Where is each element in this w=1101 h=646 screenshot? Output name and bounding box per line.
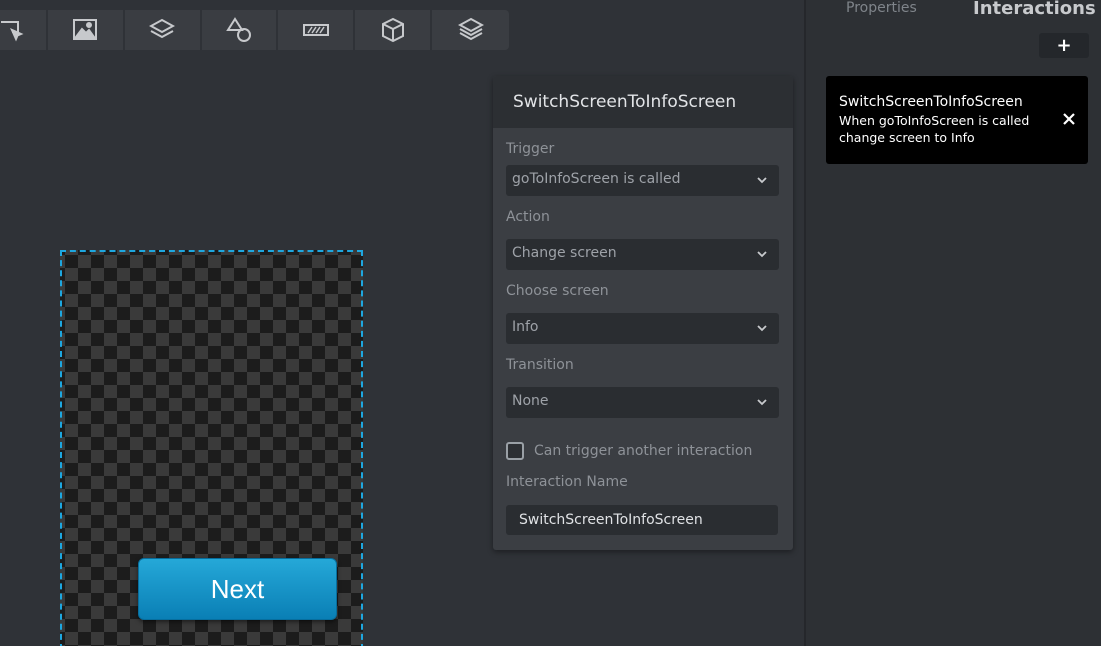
choose-screen-value: Info <box>512 319 539 335</box>
interaction-card-line2: change screen to Info <box>839 130 975 145</box>
shapes-icon <box>226 17 252 42</box>
transition-value: None <box>512 393 549 409</box>
interaction-name-label: Interaction Name <box>506 474 628 490</box>
action-label: Action <box>506 209 550 225</box>
layers-icon <box>149 18 176 39</box>
screen-canvas[interactable]: Next <box>60 250 363 646</box>
interaction-card-line1: When goToInfoScreen is called <box>839 113 1030 128</box>
chevron-down-icon <box>757 251 767 258</box>
tool-3d[interactable] <box>355 10 433 50</box>
chevron-down-icon <box>757 177 767 184</box>
choose-screen-select[interactable]: Info <box>506 313 779 344</box>
choose-screen-label: Choose screen <box>506 283 609 299</box>
tool-progress[interactable] <box>278 10 356 50</box>
chevron-down-icon <box>757 399 767 406</box>
widget-toolbar <box>0 10 509 50</box>
transition-label: Transition <box>506 357 574 373</box>
transition-select[interactable]: None <box>506 387 779 418</box>
image-icon <box>73 19 98 40</box>
tool-container[interactable] <box>125 10 202 50</box>
action-select[interactable]: Change screen <box>506 239 779 270</box>
right-sidebar: Properties Interactions + SwitchScreenTo… <box>804 0 1101 646</box>
chevron-down-icon <box>757 325 767 332</box>
close-icon[interactable] <box>1062 112 1076 126</box>
tab-interactions[interactable]: Interactions <box>973 0 1096 19</box>
tool-interaction[interactable] <box>0 10 48 50</box>
progress-icon <box>302 24 329 36</box>
can-trigger-another-label: Can trigger another interaction <box>534 443 753 459</box>
interaction-edit-title: SwitchScreenToInfoScreen <box>493 76 793 128</box>
stacked-layers-icon <box>457 17 484 41</box>
interaction-edit-panel: SwitchScreenToInfoScreen Trigger goToInf… <box>493 76 793 550</box>
tool-shapes[interactable] <box>202 10 279 50</box>
trigger-select[interactable]: goToInfoScreen is called <box>506 165 779 196</box>
add-interaction-button[interactable]: + <box>1039 33 1089 58</box>
tool-stack[interactable] <box>432 10 509 50</box>
interaction-card-description: When goToInfoScreen is called change scr… <box>839 112 1088 146</box>
tab-properties[interactable]: Properties <box>846 0 917 16</box>
can-trigger-another-checkbox[interactable] <box>506 442 524 460</box>
screen-interaction-icon <box>1 21 24 42</box>
trigger-value: goToInfoScreen is called <box>512 171 681 187</box>
3d-box-icon <box>381 17 404 43</box>
interaction-list-item[interactable]: SwitchScreenToInfoScreen When goToInfoSc… <box>826 76 1088 164</box>
action-value: Change screen <box>512 245 617 261</box>
interaction-card-title: SwitchScreenToInfoScreen <box>839 94 1023 110</box>
interaction-name-input[interactable] <box>506 505 778 535</box>
tool-image[interactable] <box>48 10 125 50</box>
trigger-label: Trigger <box>506 141 555 157</box>
next-button[interactable]: Next <box>138 558 337 620</box>
